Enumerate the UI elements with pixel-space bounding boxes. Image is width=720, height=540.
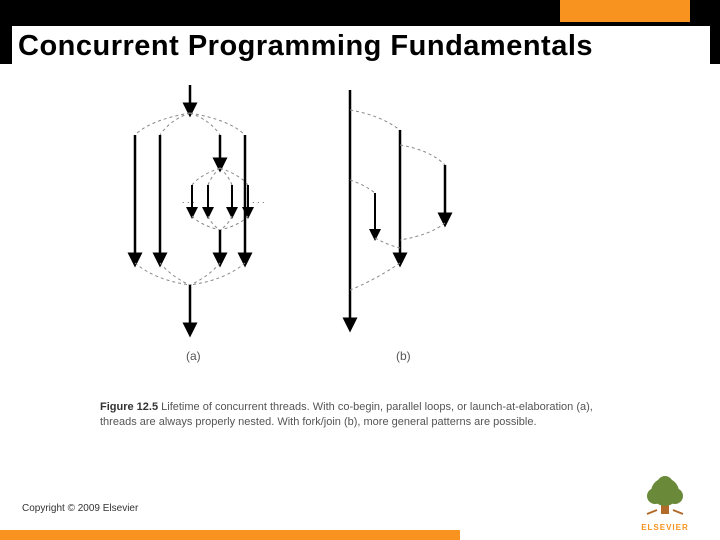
elsevier-logo: ELSEVIER — [630, 472, 700, 532]
ellipsis-right: . . . — [252, 195, 265, 205]
label-a: (a) — [186, 349, 201, 363]
diagram-a: . . . . . . (a) — [135, 85, 265, 363]
figure-caption: Figure 12.5 Lifetime of concurrent threa… — [100, 400, 620, 431]
caption-bold: Lifetime of concurrent threads. — [161, 401, 310, 413]
copyright-text: Copyright © 2009 Elsevier — [22, 503, 138, 514]
tree-icon — [641, 472, 689, 516]
thread-lifetime-figure: . . . . . . (a) (b) — [100, 85, 500, 385]
page-title: Concurrent Programming Fundamentals — [12, 26, 710, 69]
ellipsis-left: . . . — [182, 195, 195, 205]
logo-text: ELSEVIER — [630, 523, 700, 532]
label-b: (b) — [396, 349, 411, 363]
header-accent — [560, 0, 690, 22]
bottom-accent — [0, 530, 460, 540]
diagram-b: (b) — [350, 90, 445, 363]
caption-prefix: Figure 12.5 — [100, 401, 158, 413]
